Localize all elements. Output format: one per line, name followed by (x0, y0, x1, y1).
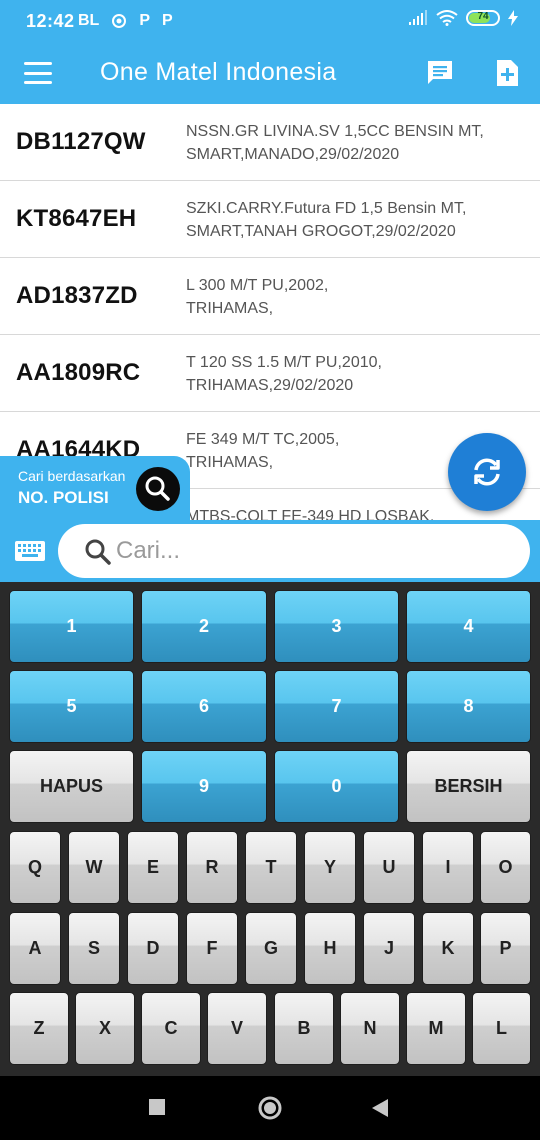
wifi-icon (436, 10, 458, 26)
status-bar: 12:42 BL P P 74 (0, 0, 540, 42)
key-y[interactable]: Y (304, 831, 356, 904)
key-3[interactable]: 3 (274, 590, 399, 663)
key-5[interactable]: 5 (9, 670, 134, 743)
key-b[interactable]: B (274, 992, 334, 1065)
key-d[interactable]: D (127, 912, 179, 985)
key-r[interactable]: R (186, 831, 238, 904)
key-6[interactable]: 6 (141, 670, 267, 743)
key-f[interactable]: F (186, 912, 238, 985)
system-nav-bar (0, 1076, 540, 1140)
description-line: L 300 M/T PU,2002, (186, 277, 329, 294)
key-o[interactable]: O (480, 831, 531, 904)
list-item[interactable]: KT8647EH SZKI.CARRY.Futura FD 1,5 Bensin… (0, 181, 540, 258)
vehicle-description: L 300 M/T PU,2002, TRIHAMAS, (186, 274, 526, 320)
search-input[interactable] (116, 536, 506, 566)
charging-icon (508, 10, 518, 26)
key-p[interactable]: P (480, 912, 531, 985)
vehicle-description: T 120 SS 1.5 M/T PU,2010, TRIHAMAS,29/02… (186, 351, 526, 397)
search-icon (145, 476, 170, 501)
key-t[interactable]: T (245, 831, 297, 904)
search-button[interactable] (136, 467, 180, 511)
keyboard-icon[interactable] (14, 538, 46, 564)
app-bar: One Matel Indonesia (0, 42, 540, 104)
hamburger-menu-icon[interactable] (24, 62, 52, 84)
key-a[interactable]: A (9, 912, 61, 985)
key-l[interactable]: L (472, 992, 531, 1065)
recents-icon[interactable] (149, 1099, 165, 1115)
status-right-icons: 74 (408, 10, 518, 26)
key-q[interactable]: Q (9, 831, 61, 904)
vehicle-description: NSSN.GR LIVINA.SV 1,5CC BENSIN MT, SMART… (186, 120, 526, 166)
description-line: NSSN.GR LIVINA.SV 1,5CC BENSIN MT, (186, 123, 484, 140)
key-4[interactable]: 4 (406, 590, 531, 663)
back-icon[interactable] (371, 1098, 389, 1118)
key-g[interactable]: G (245, 912, 297, 985)
bl-icon: BL (78, 12, 100, 29)
plate-number: DB1127QW (16, 128, 146, 155)
status-time: 12:42 (26, 11, 75, 31)
plate-number: AD1837ZD (16, 282, 138, 309)
signal-icon (409, 10, 427, 25)
sync-icon (112, 14, 127, 28)
description-line: SZKI.CARRY.Futura FD 1,5 Bensin MT, (186, 200, 467, 217)
key-s[interactable]: S (68, 912, 120, 985)
app-title: One Matel Indonesia (100, 58, 337, 86)
message-icon[interactable] (424, 57, 456, 89)
vehicle-description: SZKI.CARRY.Futura FD 1,5 Bensin MT, SMAR… (186, 197, 526, 243)
description-line: T 120 SS 1.5 M/T PU,2010, (186, 354, 382, 371)
key-u[interactable]: U (363, 831, 415, 904)
delete-key[interactable]: HAPUS (9, 750, 134, 823)
search-field[interactable] (58, 524, 530, 578)
battery-icon: 74 (466, 10, 500, 26)
key-7[interactable]: 7 (274, 670, 399, 743)
home-icon[interactable] (257, 1095, 283, 1121)
refresh-button[interactable] (448, 433, 526, 511)
status-notification-icons: BL P P (78, 12, 173, 30)
list-item[interactable]: DB1127QW NSSN.GR LIVINA.SV 1,5CC BENSIN … (0, 104, 540, 181)
key-z[interactable]: Z (9, 992, 69, 1065)
search-by-label: Cari berdasarkan (18, 468, 126, 484)
custom-keypad: 1 2 3 4 5 6 7 8 HAPUS 9 0 BERSIH Q W E R… (0, 582, 540, 1076)
key-8[interactable]: 8 (406, 670, 531, 743)
list-item[interactable]: AD1837ZD L 300 M/T PU,2002, TRIHAMAS, (0, 258, 540, 335)
key-j[interactable]: J (363, 912, 415, 985)
key-w[interactable]: W (68, 831, 120, 904)
description-line: SMART,TANAH GROGOT,29/02/2020 (186, 223, 456, 240)
key-2[interactable]: 2 (141, 590, 267, 663)
key-i[interactable]: I (422, 831, 474, 904)
key-k[interactable]: K (422, 912, 474, 985)
search-by-panel[interactable]: Cari berdasarkan NO. POLISI (0, 456, 190, 522)
key-n[interactable]: N (340, 992, 400, 1065)
key-0[interactable]: 0 (274, 750, 399, 823)
refresh-icon (474, 458, 500, 486)
key-e[interactable]: E (127, 831, 179, 904)
search-by-value: NO. POLISI (18, 488, 109, 507)
description-line: SMART,MANADO,29/02/2020 (186, 146, 400, 163)
key-m[interactable]: M (406, 992, 466, 1065)
key-v[interactable]: V (207, 992, 267, 1065)
plate-number: AA1809RC (16, 359, 141, 386)
list-item[interactable]: AA1809RC T 120 SS 1.5 M/T PU,2010, TRIHA… (0, 335, 540, 412)
key-x[interactable]: X (75, 992, 135, 1065)
battery-percent: 74 (477, 11, 489, 22)
key-1[interactable]: 1 (9, 590, 134, 663)
key-h[interactable]: H (304, 912, 356, 985)
search-bar (0, 520, 540, 582)
description-line: TRIHAMAS,29/02/2020 (186, 377, 354, 394)
key-9[interactable]: 9 (141, 750, 267, 823)
clear-key[interactable]: BERSIH (406, 750, 531, 823)
search-icon (85, 539, 111, 565)
add-file-icon[interactable] (491, 57, 523, 89)
p-icon: P (139, 12, 150, 29)
plate-number: KT8647EH (16, 205, 137, 232)
p-icon: P (162, 12, 173, 29)
description-line: TRIHAMAS, (186, 300, 274, 317)
key-c[interactable]: C (141, 992, 201, 1065)
